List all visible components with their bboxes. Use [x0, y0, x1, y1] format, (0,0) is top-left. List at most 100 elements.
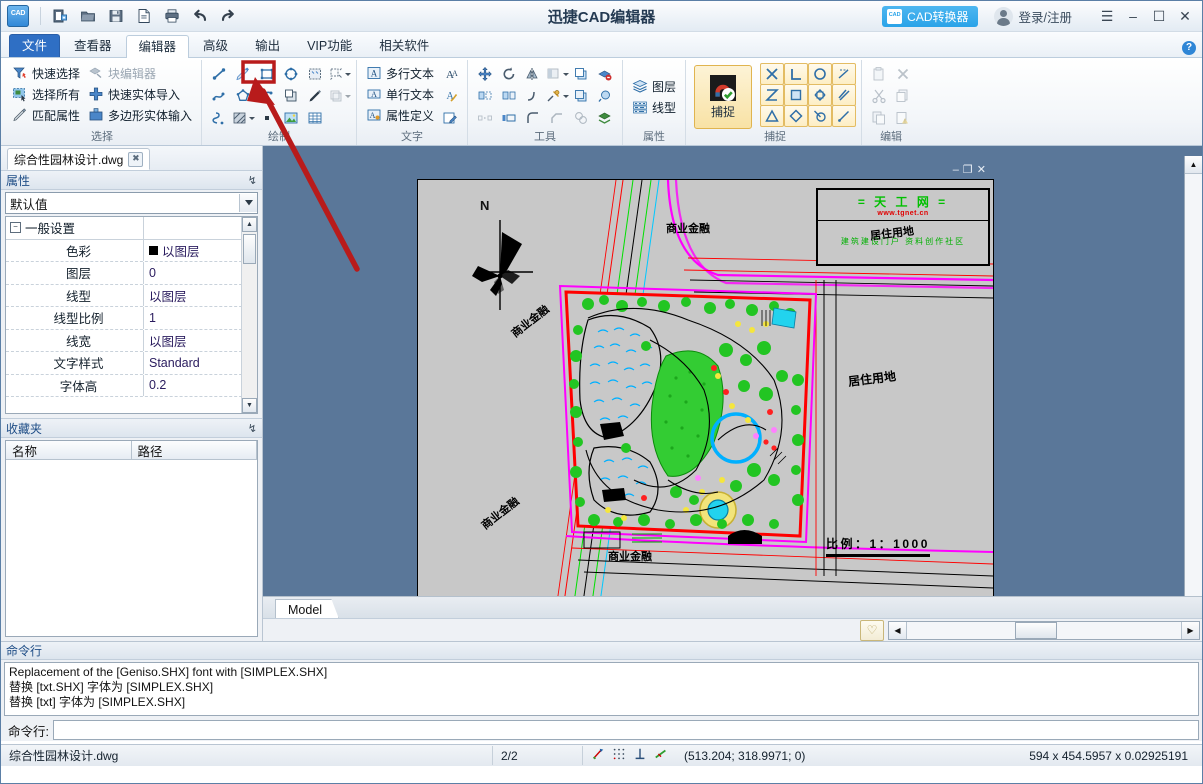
layers-button[interactable]: 图层: [628, 76, 680, 96]
maximize-button[interactable]: ☐: [1146, 2, 1172, 30]
mdi-minimize-button[interactable]: –: [953, 164, 959, 176]
osnap-icon[interactable]: [591, 747, 605, 764]
close-button[interactable]: ✕: [1172, 2, 1198, 30]
multiline-text-button[interactable]: A 多行文本: [362, 63, 438, 83]
pencil-draw-tool[interactable]: [232, 64, 254, 84]
open-folder-icon[interactable]: [74, 3, 102, 29]
chevron-down-icon[interactable]: [239, 194, 257, 212]
property-row-layer[interactable]: 图层 0: [6, 262, 257, 285]
move-tool[interactable]: [474, 64, 496, 84]
tab-file[interactable]: 文件: [9, 34, 60, 57]
block-editor-button[interactable]: 块编辑器: [84, 63, 196, 83]
scroll-up-arrow[interactable]: ▲: [1185, 156, 1202, 174]
scroll-right-arrow[interactable]: ▶: [1181, 622, 1199, 639]
edit-text-tool[interactable]: [439, 108, 461, 128]
snap-apparent-button[interactable]: [760, 84, 784, 106]
tab-model[interactable]: Model: [275, 599, 339, 619]
property-row-color[interactable]: 色彩 以图层: [6, 240, 257, 263]
cad-converter-button[interactable]: CAD转换器: [882, 6, 977, 27]
mdi-close-button[interactable]: ✕: [977, 163, 986, 176]
ortho-icon[interactable]: [633, 747, 647, 764]
brush-tool[interactable]: [304, 86, 326, 106]
arc-tool[interactable]: [256, 86, 278, 106]
pin-icon[interactable]: ↯: [248, 174, 257, 187]
minimize-button[interactable]: –: [1120, 2, 1146, 30]
property-row-lineweight[interactable]: 线宽 以图层: [6, 330, 257, 353]
favorites-col-path[interactable]: 路径: [132, 441, 258, 460]
select-all-button[interactable]: 选择所有: [8, 84, 84, 104]
hatch-tool[interactable]: [228, 108, 258, 128]
linetype-button[interactable]: 线型: [628, 97, 680, 117]
help-icon[interactable]: ?: [1182, 41, 1196, 55]
snap-tangent-button[interactable]: [808, 105, 832, 127]
tab-editor[interactable]: 编辑器: [126, 35, 190, 58]
explode-dropdown-caret[interactable]: [345, 73, 351, 76]
polygon-entity-input-button[interactable]: 多边形实体输入: [84, 105, 196, 125]
export-pdf-icon[interactable]: [130, 3, 158, 29]
grid-icon[interactable]: [612, 747, 626, 764]
snap-intersection-button[interactable]: [760, 63, 784, 85]
layer-iso-tool[interactable]: [594, 64, 616, 84]
cut-button[interactable]: [868, 86, 890, 106]
copy-entity-tool[interactable]: [570, 64, 592, 84]
scroll-track[interactable]: [907, 622, 1181, 639]
cad-drawing[interactable]: N: [417, 179, 994, 611]
attribute-define-button[interactable]: A 属性定义: [362, 105, 438, 125]
property-selector[interactable]: 默认值: [5, 192, 258, 214]
point-tool[interactable]: [256, 108, 278, 128]
document-tab[interactable]: 综合性园林设计.dwg ✖: [7, 148, 150, 170]
fillet-tool[interactable]: [522, 108, 544, 128]
chamfer-tool[interactable]: [546, 108, 568, 128]
canvas-vertical-scrollbar[interactable]: ▲: [1184, 156, 1202, 597]
scroll-up-button[interactable]: ▲: [242, 217, 257, 232]
curve-tool[interactable]: [208, 108, 230, 128]
property-row-linetype-scale[interactable]: 线型比例 1: [6, 307, 257, 330]
clone-tool[interactable]: [324, 86, 354, 106]
snap-triangle-button[interactable]: [760, 105, 784, 127]
polar-icon[interactable]: [654, 747, 668, 764]
copy-duplicate-button[interactable]: [892, 86, 914, 106]
tab-advanced[interactable]: 高级: [190, 34, 241, 57]
drawing-canvas-area[interactable]: – ❐ ✕ N: [263, 146, 1202, 641]
stretch-tool[interactable]: [498, 108, 520, 128]
redo-icon[interactable]: [214, 3, 242, 29]
property-value-linetype-scale[interactable]: 1: [143, 307, 257, 329]
snap-extension-button[interactable]: [832, 105, 856, 127]
hatch-dropdown-caret[interactable]: [249, 117, 255, 120]
break-tool[interactable]: [474, 108, 496, 128]
table-tool[interactable]: [304, 108, 326, 128]
explode-tool[interactable]: [324, 64, 354, 84]
block-insert-tool[interactable]: [280, 86, 302, 106]
scroll-down-button[interactable]: ▼: [242, 398, 257, 413]
snap-perpendicular-button[interactable]: [784, 63, 808, 85]
property-row-linetype[interactable]: 线型 以图层: [6, 285, 257, 308]
tab-vip[interactable]: VIP功能: [294, 34, 365, 57]
rotate-tool[interactable]: [498, 64, 520, 84]
rectangle-tool[interactable]: [256, 64, 278, 84]
snap-midpoint-button[interactable]: [784, 84, 808, 106]
snap-nearest-button[interactable]: [832, 63, 856, 85]
text-style-tool[interactable]: AA: [439, 64, 461, 84]
tab-viewer[interactable]: 查看器: [61, 34, 125, 57]
polygon-tool[interactable]: [232, 86, 254, 106]
properties-scrollbar[interactable]: ▲ ▼: [241, 217, 257, 413]
tab-output[interactable]: 输出: [242, 34, 293, 57]
group-tool[interactable]: [570, 108, 592, 128]
snap-node-button[interactable]: [784, 105, 808, 127]
snap-center-button[interactable]: [808, 63, 832, 85]
quick-select-button[interactable]: 快速选择: [8, 63, 84, 83]
property-row-textheight[interactable]: 字体高 0.2: [6, 375, 257, 398]
copy-button[interactable]: [868, 108, 890, 128]
property-value-textheight[interactable]: 0.2: [143, 375, 257, 397]
print-icon[interactable]: [158, 3, 186, 29]
scale-dropdown-caret[interactable]: [563, 95, 569, 98]
document-tab-close-icon[interactable]: ✖: [128, 152, 143, 167]
image-insert-tool[interactable]: [280, 108, 302, 128]
undo-icon[interactable]: [186, 3, 214, 29]
collapse-icon[interactable]: −: [10, 222, 21, 233]
offset-tool[interactable]: [474, 86, 496, 106]
property-row-textstyle[interactable]: 文字样式 Standard: [6, 352, 257, 375]
spline-tool[interactable]: [208, 86, 230, 106]
property-value-textstyle[interactable]: Standard: [143, 352, 257, 374]
favorites-pin-icon[interactable]: ↯: [248, 422, 257, 435]
